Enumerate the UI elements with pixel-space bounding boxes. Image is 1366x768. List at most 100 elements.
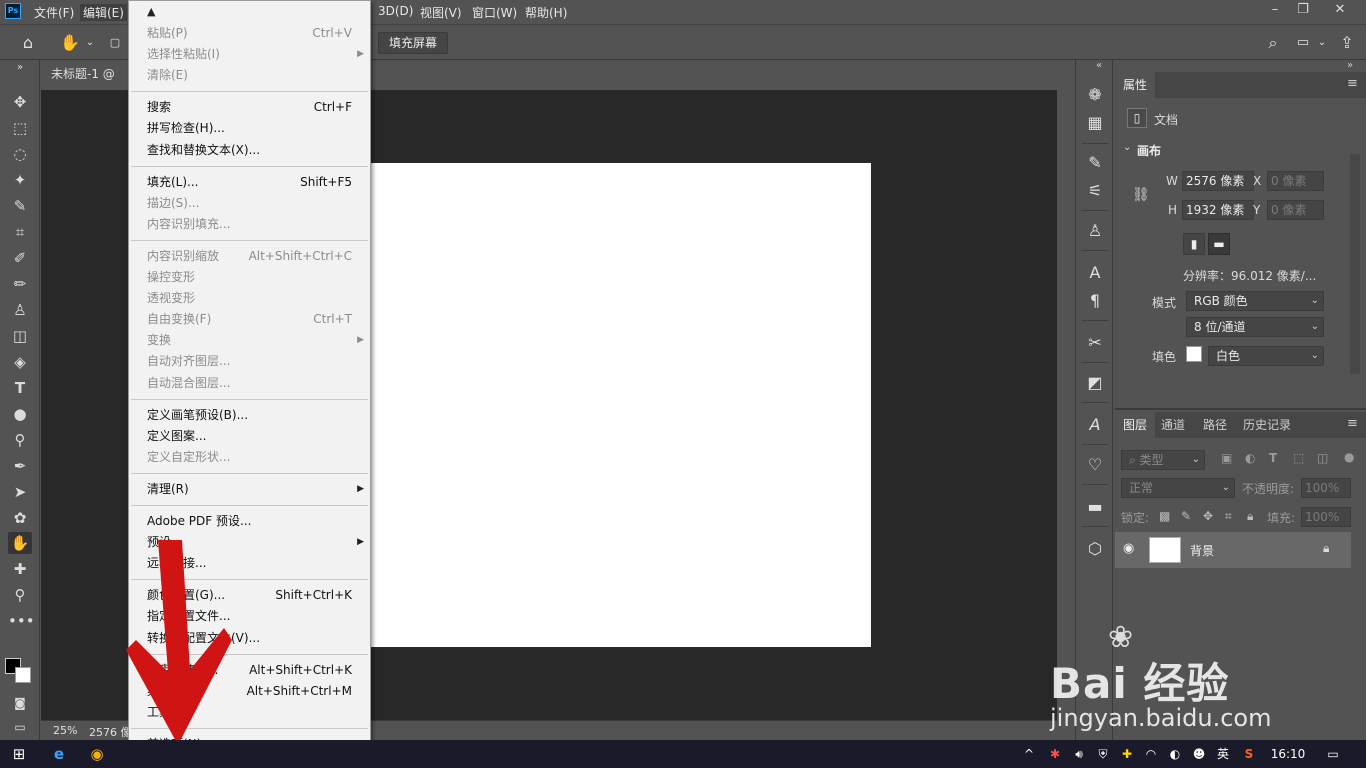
quick-mask-icon[interactable]: ◙ xyxy=(8,692,32,714)
hand-tool-icon[interactable]: ✋ xyxy=(58,31,82,55)
pen-tool-icon[interactable]: ✒ xyxy=(8,455,32,477)
filter-adjustment-icon[interactable]: ◐ xyxy=(1245,451,1255,465)
tray-plus-icon[interactable]: ✚ xyxy=(1118,744,1136,764)
restore-button[interactable]: ❐ xyxy=(1288,0,1318,22)
paragraph-panel-icon[interactable]: ¶ xyxy=(1084,290,1106,312)
filter-smart-icon[interactable]: ◫ xyxy=(1317,451,1328,465)
fill-opacity-field[interactable]: 100% xyxy=(1301,507,1351,527)
glyphs-panel-icon[interactable]: A xyxy=(1084,414,1106,436)
background-color-swatch[interactable] xyxy=(15,667,31,683)
portrait-icon[interactable]: ▮ xyxy=(1183,233,1205,255)
filter-type-icon[interactable]: T xyxy=(1269,451,1277,465)
properties-scrollbar[interactable] xyxy=(1350,154,1360,374)
layer-row[interactable]: ◉ 背景 🔒︎ xyxy=(1115,532,1351,568)
tray-app-icon[interactable]: ◐ xyxy=(1166,744,1184,764)
navigator-panel-icon[interactable]: ◩ xyxy=(1084,372,1106,394)
eraser-tool-icon[interactable]: ◫ xyxy=(8,325,32,347)
shape-tool-icon[interactable]: ✿ xyxy=(8,507,32,529)
tools-panel-icon[interactable]: ✂ xyxy=(1084,332,1106,354)
height-field[interactable]: 1932 像素 xyxy=(1182,200,1254,220)
width-field[interactable]: 2576 像素 xyxy=(1182,171,1254,191)
menu-window[interactable]: 窗口(W) xyxy=(472,4,517,21)
qq-icon[interactable]: ☻ xyxy=(1190,744,1208,764)
filter-pixel-icon[interactable]: ▣ xyxy=(1221,451,1232,465)
menu-item[interactable]: 搜索 Ctrl+F xyxy=(129,97,370,118)
hand-tool-active-icon[interactable]: ✋ xyxy=(8,532,32,554)
blend-mode-select[interactable]: 正常 ⌄ xyxy=(1121,478,1235,498)
menu-item[interactable]: 定义画笔预设(B)... xyxy=(129,405,370,426)
input-language[interactable]: 英 xyxy=(1214,744,1232,764)
layers-menu-icon[interactable]: ≡ xyxy=(1347,416,1358,431)
document-tab[interactable]: 未标题-1 @ 25 xyxy=(41,60,131,109)
rotate-view-tool-icon[interactable]: ✚ xyxy=(8,558,32,580)
menu-item[interactable]: Adobe PDF 预设... xyxy=(129,511,370,532)
minimize-button[interactable]: – xyxy=(1260,0,1290,22)
opacity-field[interactable]: 100% xyxy=(1301,478,1351,498)
stamp-tool-icon[interactable]: ♙ xyxy=(8,299,32,321)
chevron-down-icon[interactable]: ⌄ xyxy=(84,31,96,55)
type-tool-icon[interactable]: T xyxy=(8,377,32,399)
menu-view[interactable]: 视图(V) xyxy=(420,4,462,21)
windows-start-icon[interactable]: ⊞ xyxy=(8,744,30,764)
filter-toggle-icon[interactable]: ● xyxy=(1344,450,1354,464)
dodge-tool-icon[interactable]: ⚲ xyxy=(8,429,32,451)
path-selection-tool-icon[interactable]: ➤ xyxy=(8,481,32,503)
brush-tool-icon[interactable]: ✏ xyxy=(8,273,32,295)
layer-visibility-eye-icon[interactable]: ◉ xyxy=(1123,541,1134,556)
menu-3d[interactable]: 3D(D) xyxy=(378,4,413,18)
tray-expand-icon[interactable]: ^ xyxy=(1022,744,1036,764)
workspace-chevron-icon[interactable]: ⌄ xyxy=(1316,31,1328,55)
landscape-icon[interactable]: ▬ xyxy=(1208,233,1230,255)
search-icon[interactable]: ⌕ xyxy=(1262,31,1284,55)
fill-color-swatch[interactable] xyxy=(1186,346,1202,362)
menu-item[interactable]: 查找和替换文本(X)... xyxy=(129,140,370,161)
menu-file[interactable]: 文件(F) xyxy=(34,4,74,21)
crop-tool-icon[interactable]: ⌗ xyxy=(8,221,32,243)
menu-item[interactable]: 填充(L)... Shift+F5 xyxy=(129,172,370,193)
properties-menu-icon[interactable]: ≡ xyxy=(1347,76,1358,91)
chrome-browser-icon[interactable]: ◉ xyxy=(86,744,108,764)
canvas-chevron-icon[interactable]: ⌄ xyxy=(1123,142,1131,153)
mode-select[interactable]: RGB 颜色 ⌄ xyxy=(1186,291,1324,311)
paint-bucket-tool-icon[interactable]: ◈ xyxy=(8,351,32,373)
clone-source-panel-icon[interactable]: ♙ xyxy=(1084,220,1106,242)
lock-transparent-icon[interactable]: ▩ xyxy=(1159,509,1170,523)
notification-icon[interactable]: ▭ xyxy=(1322,744,1344,764)
menu-item[interactable]: 定义图案... xyxy=(129,426,370,447)
fill-screen-button[interactable]: 填充屏幕 xyxy=(378,32,448,54)
menu-scroll-up-icon[interactable]: ▲ xyxy=(147,5,155,18)
more-tools-icon[interactable]: ••• xyxy=(8,610,35,632)
lasso-tool-icon[interactable]: ◌ xyxy=(8,143,32,165)
adjustments-panel-icon[interactable]: ⚟ xyxy=(1084,180,1106,202)
tray-security-icon[interactable]: ✱ xyxy=(1046,744,1064,764)
volume-icon[interactable]: 🔊︎ xyxy=(1070,744,1088,764)
tab-history[interactable]: 历史记录 xyxy=(1235,412,1299,438)
network-icon[interactable]: ◠ xyxy=(1142,744,1160,764)
swatches-panel-icon[interactable]: ▦ xyxy=(1084,112,1106,134)
layer-filter-select[interactable]: ⌕ 类型 ⌄ xyxy=(1121,450,1205,470)
brush-settings-panel-icon[interactable]: ✎ xyxy=(1084,152,1106,174)
lock-all-icon[interactable]: 🔒︎ xyxy=(1247,509,1253,524)
share-icon[interactable]: ⇪ xyxy=(1336,31,1358,55)
filter-shape-icon[interactable]: ⬚ xyxy=(1293,451,1304,465)
color-panel-icon[interactable]: ❁ xyxy=(1084,84,1106,106)
close-button[interactable]: ✕ xyxy=(1325,0,1355,22)
marquee-tool-icon[interactable]: ⬚ xyxy=(8,117,32,139)
eyedropper-tool-icon[interactable]: ✎ xyxy=(8,195,32,217)
checkbox-icon[interactable]: ▢ xyxy=(108,31,122,55)
sogou-icon[interactable]: S xyxy=(1240,744,1258,764)
tab-paths[interactable]: 路径 xyxy=(1195,412,1235,438)
learn-panel-icon[interactable]: ♡ xyxy=(1084,454,1106,476)
character-panel-icon[interactable]: A xyxy=(1084,262,1106,284)
y-field[interactable]: 0 像素 xyxy=(1267,200,1324,220)
collapse-panels-icon[interactable]: « xyxy=(1096,60,1102,71)
move-tool-icon[interactable]: ✥ xyxy=(8,91,32,113)
menu-item[interactable]: 拼写检查(H)... xyxy=(129,118,370,139)
lock-artboard-icon[interactable]: ⌗ xyxy=(1225,509,1232,524)
lock-position-icon[interactable]: ✥ xyxy=(1203,509,1213,523)
link-icon[interactable]: ⛓ xyxy=(1132,187,1150,203)
depth-select[interactable]: 8 位/通道 ⌄ xyxy=(1186,317,1324,337)
zoom-level[interactable]: 25% xyxy=(53,724,77,737)
ie-browser-icon[interactable]: e xyxy=(48,744,70,764)
blur-tool-icon[interactable]: ● xyxy=(8,403,32,425)
